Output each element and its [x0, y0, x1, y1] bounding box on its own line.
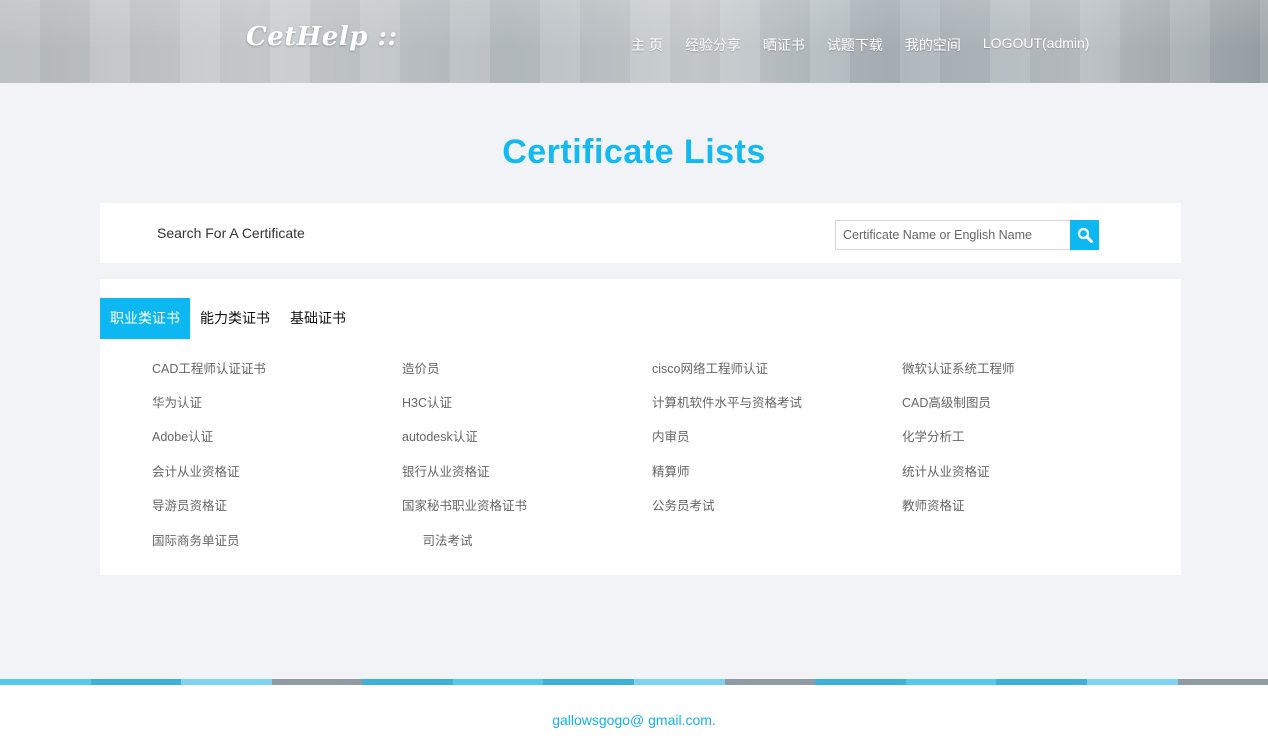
- certificate-row: 国际商务单证员 司法考试: [152, 522, 1152, 556]
- certificate-link[interactable]: CAD高级制图员: [902, 392, 1152, 411]
- certificate-row: Adobe认证 autodesk认证 内审员 化学分析工: [152, 419, 1152, 453]
- header: CetHelp :: 主 页 经验分享 晒证书 试题下载 我的空间 LOGOUT…: [0, 0, 1268, 83]
- certificate-link[interactable]: 统计从业资格证: [902, 461, 1152, 480]
- search-icon: [1077, 227, 1093, 243]
- certificate-link[interactable]: 华为认证: [152, 392, 402, 411]
- certificate-tabs: 职业类证书 能力类证书 基础证书: [100, 298, 356, 339]
- nav-exam-download[interactable]: 试题下载: [827, 35, 883, 55]
- certificate-link[interactable]: 教师资格证: [902, 495, 1152, 514]
- certificate-row: 会计从业资格证 银行从业资格证 精算师 统计从业资格证: [152, 453, 1152, 487]
- tab-professional-certificates[interactable]: 职业类证书: [100, 298, 190, 339]
- tab-ability-certificates[interactable]: 能力类证书: [190, 298, 280, 339]
- search-button[interactable]: [1070, 220, 1099, 250]
- main-nav: 主 页 经验分享 晒证书 试题下载 我的空间 LOGOUT(admin): [631, 35, 1111, 55]
- certificate-link[interactable]: 公务员考试: [652, 495, 902, 514]
- page-title: Certificate Lists: [502, 133, 766, 171]
- certificate-link[interactable]: 微软认证系统工程师: [902, 358, 1152, 377]
- certificate-row: 华为认证 H3C认证 计算机软件水平与资格考试 CAD高级制图员: [152, 384, 1152, 418]
- certificate-link[interactable]: cisco网络工程师认证: [652, 358, 902, 377]
- certificate-link[interactable]: Adobe认证: [152, 426, 402, 445]
- certificate-row: 导游员资格证 国家秘书职业资格证书 公务员考试 教师资格证: [152, 488, 1152, 522]
- nav-my-space[interactable]: 我的空间: [905, 35, 961, 55]
- search-input[interactable]: [835, 220, 1071, 250]
- certificate-panel: 职业类证书 能力类证书 基础证书 CAD工程师认证证书 造价员 cisco网络工…: [100, 279, 1181, 575]
- nav-logout[interactable]: LOGOUT(admin): [983, 35, 1090, 55]
- search-label: Search For A Certificate: [157, 225, 305, 241]
- logo[interactable]: CetHelp ::: [246, 22, 398, 52]
- certificate-link[interactable]: 化学分析工: [902, 426, 1152, 445]
- certificate-link[interactable]: 造价员: [402, 358, 652, 377]
- tab-basic-certificates[interactable]: 基础证书: [280, 298, 356, 339]
- footer-email[interactable]: gallowsgogo@ gmail.com.: [0, 712, 1268, 728]
- certificate-link[interactable]: 计算机软件水平与资格考试: [652, 392, 902, 411]
- certificate-row: CAD工程师认证证书 造价员 cisco网络工程师认证 微软认证系统工程师: [152, 350, 1152, 384]
- certificate-link[interactable]: 银行从业资格证: [402, 461, 652, 480]
- certificate-link[interactable]: 司法考试: [423, 530, 694, 549]
- certificate-link[interactable]: 精算师: [652, 461, 902, 480]
- footer: gallowsgogo@ gmail.com.: [0, 685, 1268, 745]
- certificate-link[interactable]: 内审员: [652, 426, 902, 445]
- certificate-link[interactable]: autodesk认证: [402, 426, 652, 445]
- certificate-link[interactable]: 国际商务单证员: [152, 530, 423, 549]
- certificate-link[interactable]: 导游员资格证: [152, 495, 402, 514]
- certificate-list: CAD工程师认证证书 造价员 cisco网络工程师认证 微软认证系统工程师 华为…: [152, 350, 1152, 556]
- certificate-link[interactable]: CAD工程师认证证书: [152, 358, 402, 377]
- certificate-link[interactable]: 国家秘书职业资格证书: [402, 495, 652, 514]
- certificate-link[interactable]: H3C认证: [402, 392, 652, 411]
- nav-show-certificates[interactable]: 晒证书: [763, 35, 805, 55]
- nav-experience-share[interactable]: 经验分享: [685, 35, 741, 55]
- search-panel: Search For A Certificate: [100, 203, 1181, 263]
- certificate-link[interactable]: 会计从业资格证: [152, 461, 402, 480]
- nav-home[interactable]: 主 页: [631, 35, 663, 55]
